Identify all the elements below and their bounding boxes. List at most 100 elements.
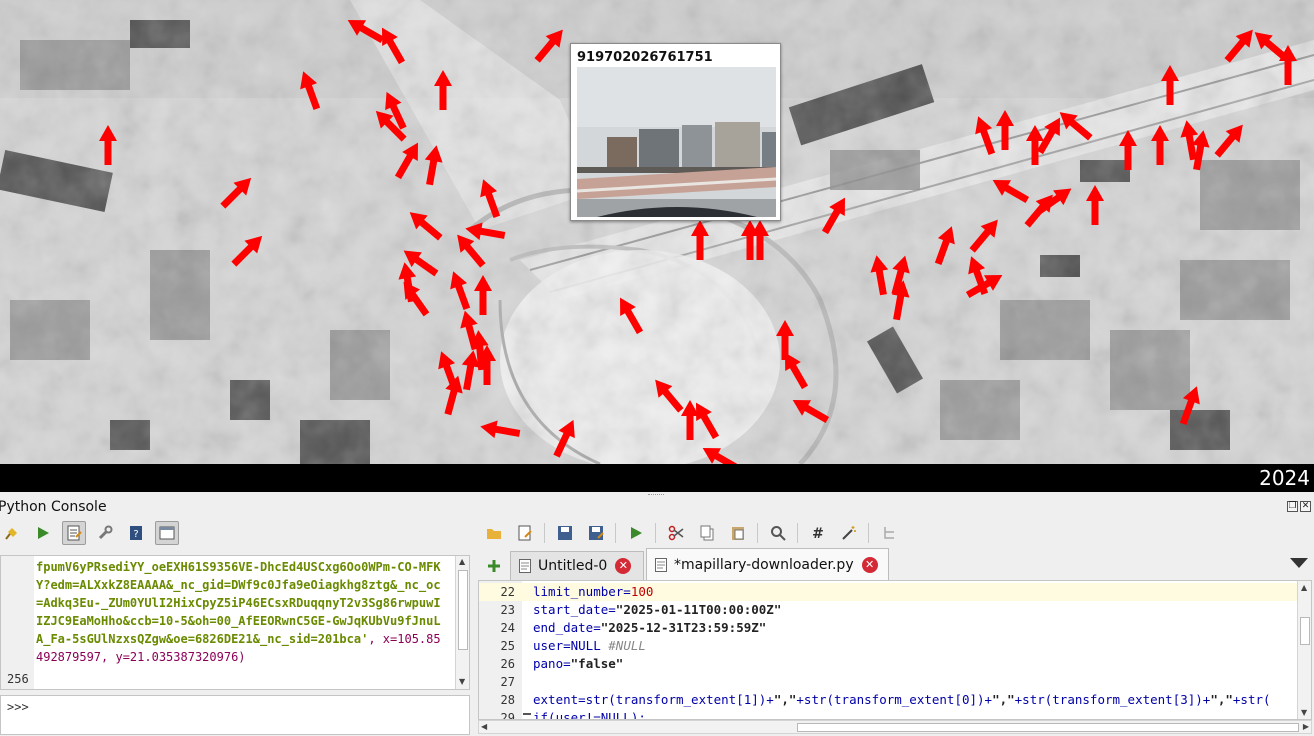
- code-text: pano="false": [533, 656, 624, 671]
- paste-icon: [732, 527, 744, 540]
- scroll-right-icon[interactable]: ▶: [1303, 722, 1309, 731]
- code-line[interactable]: 24 end_date="2025-12-31T23:59:59Z": [479, 619, 1299, 637]
- code-line[interactable]: 26 pano="false": [479, 655, 1299, 673]
- console-titlebar: Python Console ❐ ✕: [0, 498, 1314, 518]
- svg-text:#: #: [812, 526, 824, 542]
- editor-icon: [67, 525, 82, 541]
- object-inspector-button[interactable]: [877, 521, 901, 545]
- copy-icon: [700, 525, 714, 541]
- close-dock-icon[interactable]: ✕: [1300, 501, 1311, 512]
- code-editor[interactable]: 22 limit_number=100 23 start_date="2025-01-…: [478, 580, 1312, 720]
- window-icon: [159, 526, 175, 540]
- close-tab-icon[interactable]: ✕: [861, 556, 878, 573]
- dock-toggle-button[interactable]: [155, 521, 179, 545]
- line-number: 25: [500, 639, 515, 653]
- splitter-grip[interactable]: [648, 494, 664, 496]
- edit-file-icon: [518, 525, 532, 541]
- search-icon: [771, 526, 786, 541]
- wrench-icon: [98, 525, 113, 540]
- editor-toolbar: #: [482, 518, 908, 548]
- output-scroll-thumb[interactable]: [458, 570, 468, 650]
- code-line[interactable]: 25 user=NULL #NULL: [479, 637, 1299, 655]
- year-label: 2024: [1259, 466, 1310, 490]
- line-number: 27: [500, 675, 515, 689]
- editor-vertical-scrollbar[interactable]: ▲ ▼: [1297, 581, 1311, 719]
- tab-list-dropdown-icon[interactable]: [1290, 558, 1308, 568]
- scroll-down-icon[interactable]: ▼: [459, 678, 467, 686]
- line-number: 24: [500, 621, 515, 635]
- close-tab-icon[interactable]: ✕: [615, 558, 632, 574]
- scissors-icon: [668, 525, 684, 541]
- image-preview-popup[interactable]: 919702026761751: [570, 43, 781, 221]
- output-text: fpumV6yPRsediYY_oeEXH61S9356VE-DhcEd4USC…: [36, 558, 442, 666]
- help-book-icon: ?: [130, 526, 142, 540]
- code-line[interactable]: 27: [479, 673, 1299, 691]
- editor-tabbar: Untitled-0 ✕ *mapillary-downloader.py ✕: [478, 548, 1314, 580]
- output-line-number: 256: [7, 672, 29, 686]
- code-text: user=NULL #NULL: [533, 638, 646, 653]
- editor-hscroll-thumb[interactable]: [797, 723, 1299, 732]
- save-button[interactable]: [553, 521, 577, 545]
- file-icon: [519, 559, 531, 573]
- line-number: 22: [500, 585, 515, 599]
- save-icon: [558, 526, 572, 540]
- code-line[interactable]: 23 start_date="2025-01-11T00:00:00Z": [479, 601, 1299, 619]
- tab-label: *mapillary-downloader.py: [674, 556, 854, 573]
- options-button[interactable]: [93, 521, 117, 545]
- console-prompt: >>>: [7, 700, 29, 714]
- code-line[interactable]: 22 limit_number=100: [479, 583, 1299, 601]
- play-icon: [631, 527, 642, 539]
- broom-icon: [5, 528, 17, 540]
- code-text: extent=str(transform_extent[1])+","+str(…: [533, 692, 1271, 707]
- line-number: 23: [500, 603, 515, 617]
- save-as-button[interactable]: [584, 521, 608, 545]
- help-button[interactable]: ?: [124, 521, 148, 545]
- paste-button[interactable]: [726, 521, 750, 545]
- clear-console-button[interactable]: [0, 521, 24, 545]
- output-scrollbar[interactable]: ▲ ▼: [455, 556, 469, 689]
- find-button[interactable]: [766, 521, 790, 545]
- console-title: Python Console: [0, 499, 107, 515]
- toggle-comment-button[interactable]: #: [806, 521, 830, 545]
- temporal-controller-bar: 2024: [0, 464, 1314, 492]
- code-text: limit_number=100: [533, 584, 654, 599]
- code-line[interactable]: 28 extent=str(transform_extent[1])+","+st…: [479, 691, 1299, 709]
- play-icon: [38, 527, 49, 539]
- hash-icon: #: [812, 526, 824, 542]
- code-text: end_date="2025-12-31T23:59:59Z": [533, 620, 767, 635]
- file-icon: [655, 557, 667, 572]
- editor-horizontal-scrollbar[interactable]: ◀ ▶: [478, 720, 1312, 734]
- line-number: 26: [500, 657, 515, 671]
- code-text: if(user!=NULL):: [533, 710, 646, 720]
- magic-wand-icon: [842, 526, 856, 540]
- console-output[interactable]: 256 fpumV6yPRsediYY_oeEXH61S9356VE-DhcEd…: [0, 555, 470, 690]
- street-photo: [577, 67, 776, 217]
- scroll-up-icon[interactable]: ▲: [1301, 583, 1307, 592]
- scroll-left-icon[interactable]: ◀: [481, 722, 487, 731]
- output-gutter: [1, 556, 34, 689]
- tree-icon: [884, 527, 894, 539]
- run-command-button[interactable]: [31, 521, 55, 545]
- open-script-button[interactable]: [482, 521, 506, 545]
- run-script-button[interactable]: [624, 521, 648, 545]
- image-id-label: 919702026761751: [577, 50, 713, 65]
- scroll-down-icon[interactable]: ▼: [1301, 708, 1307, 717]
- plus-icon: [488, 560, 500, 572]
- open-in-external-editor-button[interactable]: [513, 521, 537, 545]
- tab-untitled-0[interactable]: Untitled-0 ✕: [510, 551, 644, 580]
- tab-label: Untitled-0: [538, 558, 608, 574]
- reformat-code-button[interactable]: [837, 521, 861, 545]
- float-dock-icon[interactable]: ❐: [1287, 501, 1298, 512]
- scroll-up-icon[interactable]: ▲: [459, 558, 467, 566]
- fold-marker-icon[interactable]: [523, 713, 531, 715]
- save-as-icon: [589, 526, 604, 540]
- map-canvas[interactable]: 919702026761751: [0, 0, 1314, 464]
- console-input[interactable]: >>>: [0, 695, 470, 735]
- code-line[interactable]: 29 if(user!=NULL):: [479, 709, 1299, 720]
- show-editor-button[interactable]: [62, 521, 86, 545]
- tab-mapillary-downloader[interactable]: *mapillary-downloader.py ✕: [646, 548, 889, 580]
- copy-button[interactable]: [695, 521, 719, 545]
- editor-scroll-thumb[interactable]: [1300, 617, 1310, 645]
- new-tab-button[interactable]: [482, 554, 506, 578]
- cut-button[interactable]: [664, 521, 688, 545]
